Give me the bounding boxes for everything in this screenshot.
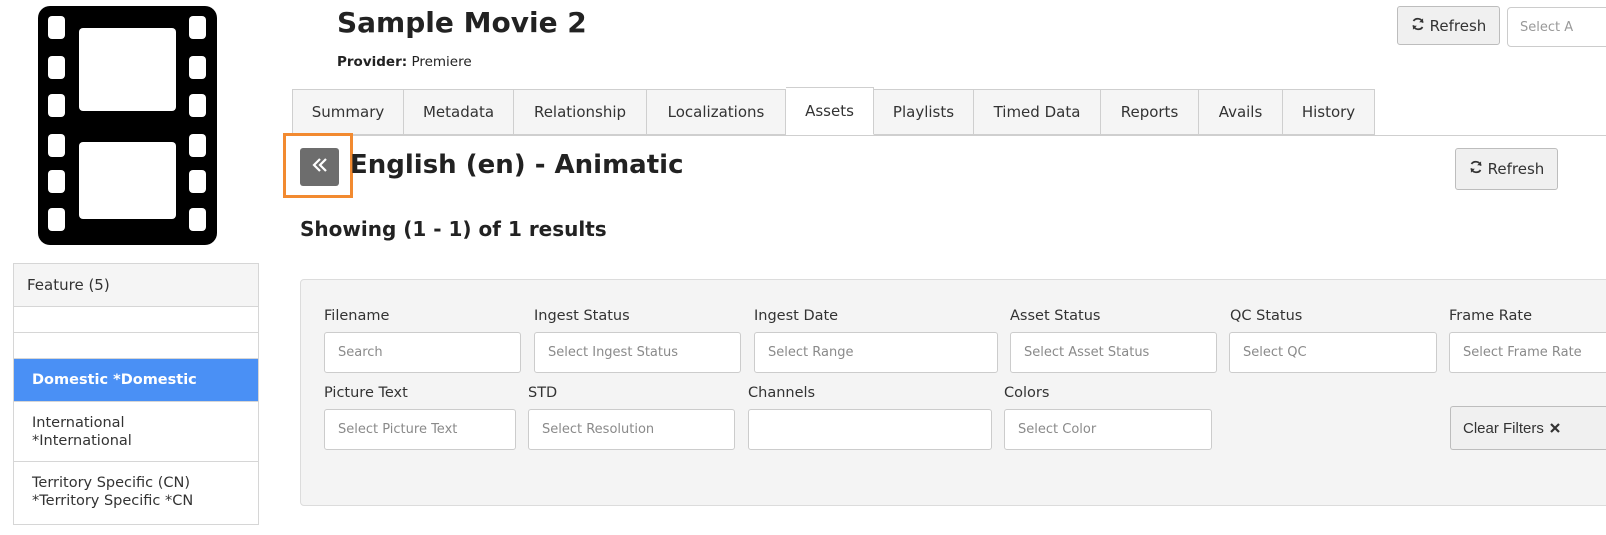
back-button[interactable] [300, 148, 339, 186]
qc-status-select[interactable]: Select QC [1229, 332, 1437, 373]
provider-label: Provider: [337, 54, 408, 70]
header-refresh-button[interactable]: Refresh [1397, 6, 1500, 45]
sidebar-item-domestic[interactable]: Domestic *Domestic [14, 359, 258, 402]
refresh-icon [1411, 17, 1425, 35]
asset-status-select[interactable]: Select Asset Status [1010, 332, 1217, 373]
results-count: Showing (1 - 1) of 1 results [300, 217, 607, 241]
clear-filters-label: Clear Filters [1463, 419, 1544, 437]
tab-assets[interactable]: Assets [786, 87, 874, 135]
sidebar-item-label: Territory Specific (CN) [32, 474, 191, 491]
channels-select[interactable] [748, 409, 992, 450]
tab-relationship[interactable]: Relationship [514, 89, 647, 135]
sidebar-panel: Feature (5) Domestic *Domestic Internati… [13, 263, 259, 525]
sidebar-item-sublabel: *Territory Specific *CN [32, 492, 194, 509]
page-title: Sample Movie 2 [337, 6, 587, 39]
frame-rate-select[interactable]: Select Frame Rate [1449, 332, 1606, 373]
colors-select[interactable]: Select Color [1004, 409, 1212, 450]
close-icon [1550, 420, 1560, 437]
tab-avails[interactable]: Avails [1199, 89, 1283, 135]
sidebar-item-sublabel: *International [32, 432, 132, 449]
sidebar-blank-row [14, 333, 258, 359]
tab-playlists[interactable]: Playlists [874, 89, 974, 135]
channels-label: Channels [748, 385, 816, 401]
filter-panel [300, 279, 1606, 506]
tab-localizations[interactable]: Localizations [647, 89, 786, 135]
sidebar-item-label: International [32, 414, 125, 431]
picture-text-label: Picture Text [324, 385, 408, 401]
std-resolution-select[interactable]: Select Resolution [528, 409, 735, 450]
tab-divider [292, 135, 1606, 136]
refresh-label: Refresh [1487, 160, 1545, 178]
asset-section-title: English (en) - Animatic [350, 150, 684, 180]
qc-status-label: QC Status [1230, 308, 1303, 324]
ingest-status-label: Ingest Status [534, 308, 630, 324]
picture-text-select[interactable]: Select Picture Text [324, 409, 516, 450]
provider-line: Provider: Premiere [337, 54, 472, 70]
filename-search-input[interactable]: Search [324, 332, 521, 373]
tab-history[interactable]: History [1283, 89, 1375, 135]
ingest-status-select[interactable]: Select Ingest Status [534, 332, 741, 373]
ingest-date-range-input[interactable]: Select Range [754, 332, 998, 373]
sidebar-blank-row [14, 307, 258, 333]
sidebar-item-territory-specific[interactable]: Territory Specific (CN) *Territory Speci… [14, 462, 258, 521]
assets-refresh-button[interactable]: Refresh [1455, 148, 1558, 190]
tab-summary[interactable]: Summary [292, 89, 404, 135]
clear-filters-button[interactable]: Clear Filters [1450, 406, 1606, 450]
tab-metadata[interactable]: Metadata [404, 89, 514, 135]
asset-status-label: Asset Status [1010, 308, 1101, 324]
sidebar-header[interactable]: Feature (5) [14, 264, 258, 307]
tab-reports[interactable]: Reports [1101, 89, 1199, 135]
refresh-label: Refresh [1429, 16, 1487, 35]
filename-label: Filename [324, 308, 390, 324]
tab-timed-data[interactable]: Timed Data [974, 89, 1101, 135]
sidebar-item-international[interactable]: International *International [14, 402, 258, 462]
refresh-icon [1469, 160, 1483, 178]
film-strip-icon [38, 6, 217, 245]
double-chevron-left-icon [311, 157, 329, 177]
provider-value: Premiere [411, 54, 472, 70]
ingest-date-label: Ingest Date [754, 308, 839, 324]
tab-bar: Summary Metadata Relationship Localizati… [292, 87, 1375, 136]
colors-label: Colors [1004, 385, 1050, 401]
frame-rate-label: Frame Rate [1449, 308, 1533, 324]
std-label: STD [528, 385, 558, 401]
header-select-dropdown[interactable]: Select A [1507, 7, 1606, 47]
